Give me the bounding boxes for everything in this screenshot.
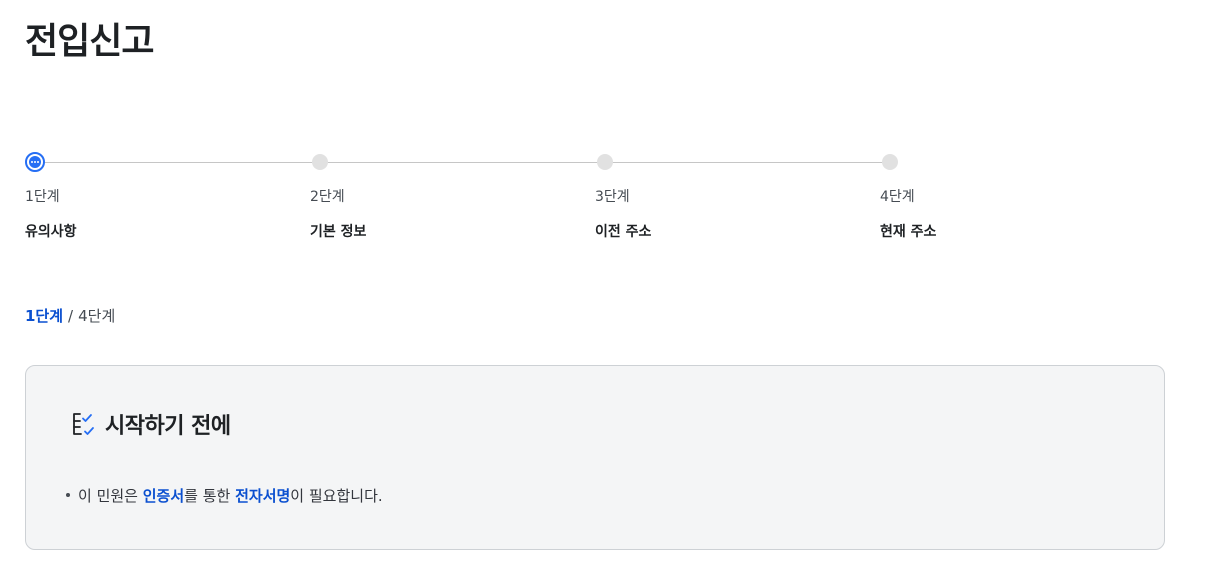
step-label: 기본 정보 — [310, 224, 367, 240]
notice-title: 시작하기 전에 — [105, 414, 231, 439]
step-current-indicator-icon — [25, 152, 45, 172]
step-label: 이전 주소 — [595, 224, 652, 240]
step-progress: 1단계/4단계 — [25, 305, 115, 326]
step-number: 3단계 — [595, 189, 630, 205]
stepper: 1단계 유의사항 2단계 기본 정보 3단계 이전 주소 4단계 현재 주소 — [25, 152, 1025, 252]
step-dot-icon — [312, 154, 328, 170]
step-dot-icon — [882, 154, 898, 170]
progress-separator: / — [68, 307, 74, 325]
notice-text: 를 통한 — [184, 487, 236, 505]
page-title: 전입신고 — [25, 21, 154, 62]
stepper-line — [35, 162, 890, 163]
notice-item: 이 민원은 인증서를 통한 전자서명이 필요합니다. — [66, 485, 383, 506]
notice-text: 이 민원은 — [78, 487, 143, 505]
notice-box: 시작하기 전에 이 민원은 인증서를 통한 전자서명이 필요합니다. — [25, 365, 1165, 550]
notice-emphasis-esignature: 전자서명 — [235, 487, 291, 505]
step-number: 1단계 — [25, 189, 60, 205]
step-number: 4단계 — [880, 189, 915, 205]
notice-emphasis-certificate: 인증서 — [142, 487, 185, 505]
notice-text: 이 필요합니다. — [290, 487, 383, 505]
notice-header: 시작하기 전에 — [69, 408, 231, 440]
page: 전입신고 1단계 유의사항 2단계 기본 정보 3단계 이전 주소 4단계 현재… — [0, 0, 1206, 569]
checklist-icon — [73, 413, 94, 435]
progress-total: 4단계 — [78, 307, 116, 325]
step-dot-icon — [597, 154, 613, 170]
step-label: 유의사항 — [25, 224, 77, 240]
notice-list: 이 민원은 인증서를 통한 전자서명이 필요합니다. — [66, 485, 383, 506]
step-label: 현재 주소 — [880, 224, 937, 240]
progress-current: 1단계 — [25, 307, 64, 325]
step-number: 2단계 — [310, 189, 345, 205]
